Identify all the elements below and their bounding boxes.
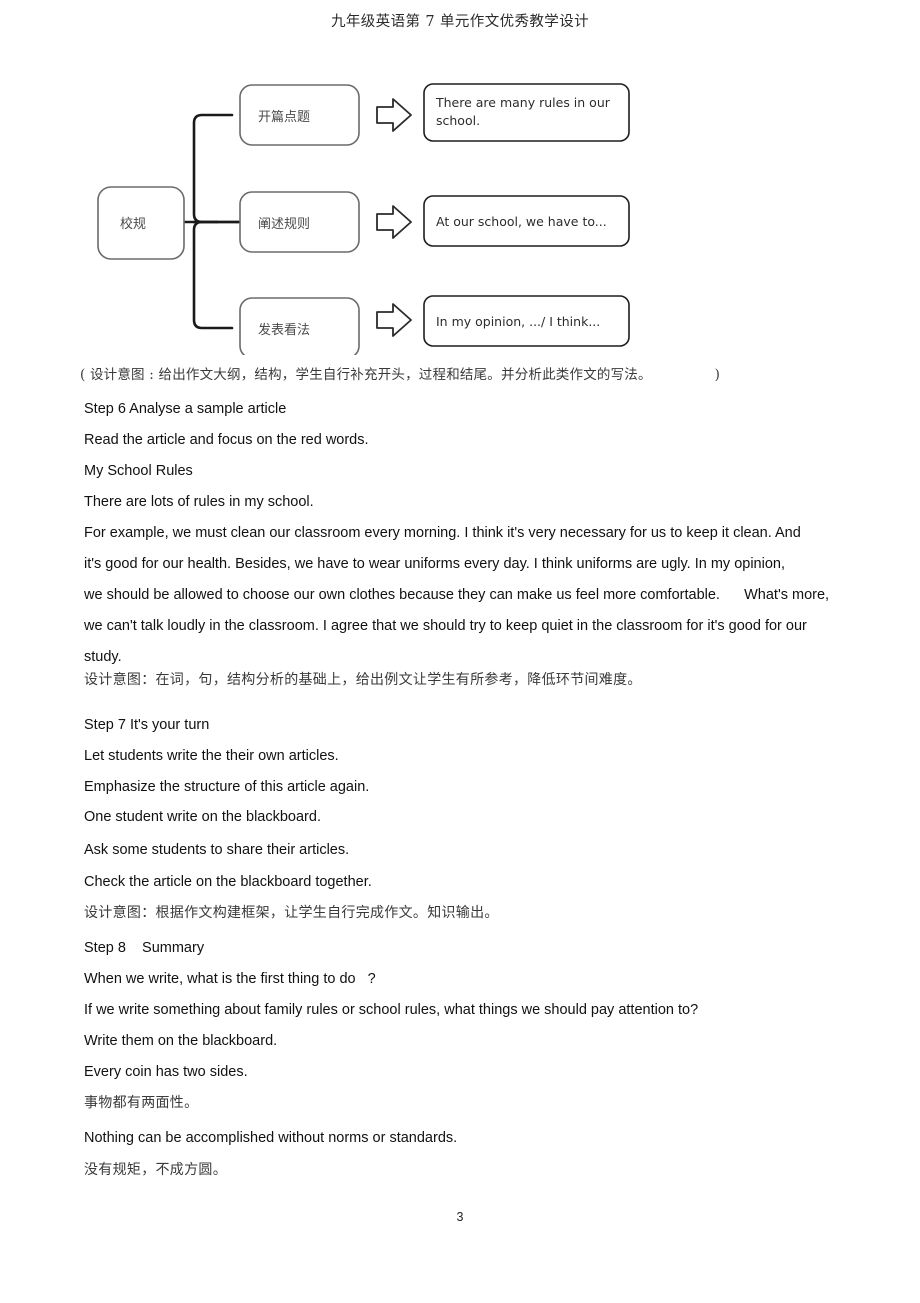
step6-article-line: study. (84, 649, 122, 665)
right-block-arrow-icon-1 (376, 98, 412, 132)
step6-instruction: Read the article and focus on the red wo… (84, 432, 369, 448)
diagram-stage-label-2: 阐述规则 (258, 217, 310, 232)
step8-line: Every coin has two sides. (84, 1064, 248, 1080)
step8-line: If we write something about family rules… (84, 1002, 699, 1018)
step8-proverb2-cn: 没有规矩，不成方圆。 (84, 1162, 227, 1178)
diagram-phrase-line-1a: There are many rules in our (435, 95, 611, 110)
step6-article-line: it's good for our health. Besides, we ha… (84, 556, 785, 572)
right-block-arrow-icon-3 (376, 303, 412, 337)
step7-line: Ask some students to share their article… (84, 842, 350, 858)
step8-line: When we write, what is the first thing t… (84, 971, 376, 987)
step6-intent: 设计意图：在词，句，结构分析的基础上，给出例文让学生有所参考，降低环节间难度。 (84, 672, 642, 688)
diagram-stage-node-3: 发表看法 (239, 297, 360, 355)
step6-article-title: My School Rules (84, 463, 193, 479)
step6-article-line: we should be allowed to choose our own c… (84, 587, 830, 603)
step7-line: Let students write the their own article… (84, 748, 339, 764)
page-title: 九年级英语第 7 单元作文优秀教学设计 (330, 14, 590, 30)
diagram-phrase-box-3: In my opinion, .../ I think... (423, 295, 630, 347)
page-number: 3 (456, 1210, 464, 1224)
diagram-phrase-line-1b: school. (436, 113, 480, 128)
step7-line: Check the article on the blackboard toge… (84, 874, 372, 890)
diagram-phrase-box-1: There are many rules in our school. (423, 83, 630, 142)
step8-proverb2-en: Nothing can be accomplished without norm… (84, 1130, 458, 1146)
document-page: 九年级英语第 7 单元作文优秀教学设计 校规 开篇点题 There are ma… (0, 0, 920, 1303)
step7-line: One student write on the blackboard. (84, 809, 321, 825)
diagram-stage-label-1: 开篇点题 (258, 110, 310, 125)
diagram-root-label: 校规 (120, 216, 146, 232)
right-block-arrow-icon-2 (376, 205, 412, 239)
diagram-caption: ( 设计意图 : 给出作文大纲，结构，学生自行补充开头，过程和结尾。并分析此类作… (80, 367, 721, 383)
step7-heading: Step 7 It's your turn (84, 717, 210, 733)
diagram-stage-node-1: 开篇点题 (239, 84, 360, 146)
diagram-stage-node-2: 阐述规则 (239, 191, 360, 253)
step6-article-line: For example, we must clean our classroom… (84, 525, 801, 541)
diagram-phrase-line-2a: At our school, we have to... (436, 214, 607, 229)
diagram-stage-label-3: 发表看法 (258, 322, 310, 338)
diagram-connectors (182, 113, 242, 330)
step6-heading: Step 6 Analyse a sample article (84, 401, 287, 417)
diagram-root-node: 校规 (97, 186, 185, 260)
writing-structure-diagram: 校规 开篇点题 There are many rules in our scho… (80, 70, 680, 355)
step8-proverb1-cn: 事物都有两面性。 (84, 1095, 199, 1111)
step6-article-lead: There are lots of rules in my school. (84, 494, 314, 510)
step6-article-line: we can't talk loudly in the classroom. I… (84, 618, 807, 634)
step8-heading: Step 8 Summary (84, 940, 205, 956)
step7-line: Emphasize the structure of this article … (84, 779, 370, 795)
diagram-phrase-box-2: At our school, we have to... (423, 195, 630, 247)
step8-line: Write them on the blackboard. (84, 1033, 278, 1049)
diagram-phrase-line-3a: In my opinion, .../ I think... (436, 314, 600, 329)
step7-intent: 设计意图：根据作文构建框架，让学生自行完成作文。知识输出。 (84, 905, 499, 921)
